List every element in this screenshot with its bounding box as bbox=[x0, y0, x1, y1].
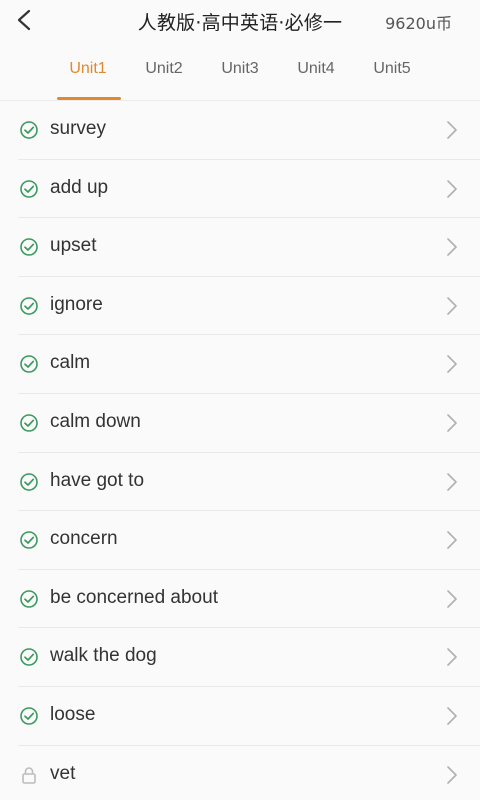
chevron-right-icon bbox=[447, 414, 457, 432]
word-row[interactable]: calm down bbox=[0, 394, 480, 453]
word-label: vet bbox=[50, 762, 76, 784]
word-label: calm down bbox=[50, 410, 141, 432]
chevron-right-icon bbox=[447, 355, 457, 374]
chevron-right-icon bbox=[447, 238, 457, 256]
check-circle-icon bbox=[20, 531, 38, 549]
word-row[interactable]: ignore bbox=[0, 277, 480, 336]
word-label: ignore bbox=[50, 293, 103, 315]
word-row[interactable]: walk the dog bbox=[0, 628, 480, 687]
word-label: have got to bbox=[50, 469, 145, 491]
word-row: vet bbox=[0, 746, 480, 800]
lock-icon bbox=[22, 766, 36, 784]
check-circle-icon bbox=[20, 589, 38, 608]
word-row[interactable]: upset bbox=[0, 218, 480, 277]
chevron-right-icon bbox=[447, 765, 457, 784]
word-label: concern bbox=[50, 528, 118, 550]
check-circle-icon bbox=[20, 707, 38, 725]
chevron-right-icon bbox=[447, 472, 457, 491]
word-label: upset bbox=[50, 235, 97, 257]
check-circle-icon bbox=[20, 414, 38, 432]
chevron-right-icon bbox=[447, 648, 457, 667]
word-label: survey bbox=[50, 118, 106, 139]
tab-unit4[interactable]: Unit4 bbox=[278, 60, 354, 78]
tab-unit5[interactable]: Unit5 bbox=[354, 60, 430, 78]
word-row[interactable]: loose bbox=[0, 687, 480, 746]
word-row[interactable]: have got to bbox=[0, 453, 480, 512]
check-circle-icon bbox=[20, 238, 38, 256]
check-circle-icon bbox=[20, 179, 38, 198]
chevron-right-icon bbox=[447, 296, 457, 315]
word-label: be concerned about bbox=[50, 586, 218, 608]
chevron-right-icon bbox=[447, 707, 457, 725]
tab-unit2[interactable]: Unit2 bbox=[126, 60, 202, 78]
word-row[interactable]: concern bbox=[0, 511, 480, 570]
chevron-right-icon bbox=[447, 531, 457, 549]
top-bar: 人教版·高中英语·必修一 9620u币 bbox=[0, 0, 480, 40]
tab-unit3[interactable]: Unit3 bbox=[202, 60, 278, 78]
word-list: survey add up upset ignore calm calm down have… bbox=[0, 101, 480, 800]
check-circle-icon bbox=[20, 121, 38, 139]
word-row[interactable]: be concerned about bbox=[0, 570, 480, 629]
word-row[interactable]: survey bbox=[0, 101, 480, 160]
check-circle-icon bbox=[20, 355, 38, 374]
chevron-right-icon bbox=[447, 589, 457, 608]
unit-tabs: Unit1 Unit2 Unit3 Unit4 Unit5 bbox=[0, 52, 480, 100]
word-row[interactable]: calm bbox=[0, 335, 480, 394]
tab-unit1[interactable]: Unit1 bbox=[50, 60, 126, 78]
check-circle-icon bbox=[20, 472, 38, 491]
word-label: loose bbox=[50, 703, 96, 725]
word-label: walk the dog bbox=[50, 645, 157, 667]
word-label: add up bbox=[50, 176, 109, 198]
check-circle-icon bbox=[20, 648, 38, 667]
chevron-right-icon bbox=[447, 121, 457, 139]
chevron-right-icon bbox=[447, 179, 457, 198]
word-label: calm bbox=[50, 352, 91, 374]
check-circle-icon bbox=[20, 296, 38, 315]
word-row[interactable]: add up bbox=[0, 160, 480, 219]
coin-balance: 9620u币 bbox=[385, 14, 452, 33]
